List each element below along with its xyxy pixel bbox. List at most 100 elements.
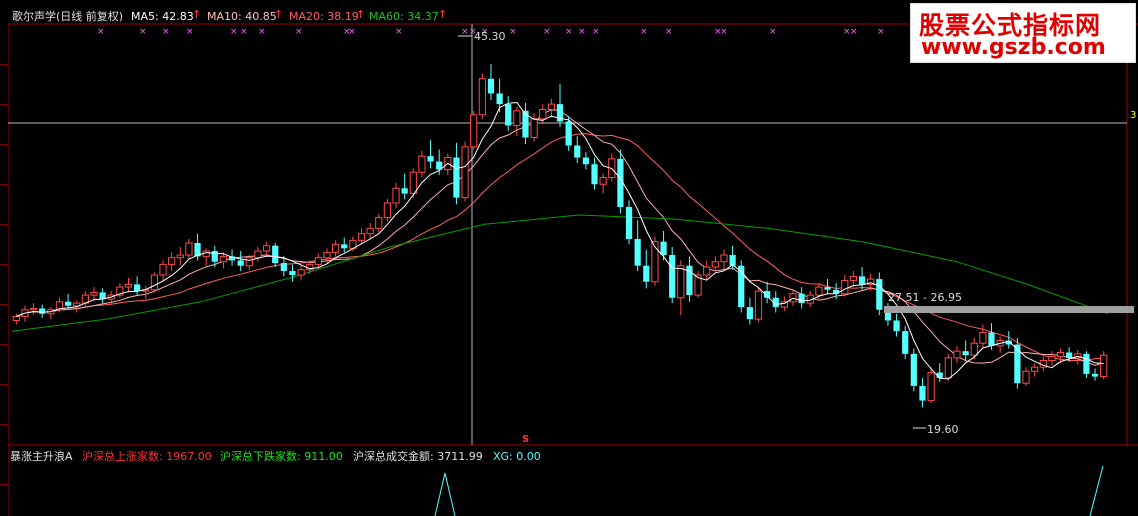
- indicator-volume: 沪深总成交金额: 3711.99: [353, 450, 483, 463]
- candle-body: [314, 257, 322, 265]
- signal-x-icon: ×: [295, 27, 303, 37]
- candle-body: [720, 254, 728, 263]
- candle-body: [1056, 352, 1065, 358]
- ma60-arrow-icon: ↑: [438, 8, 448, 21]
- candle-body: [746, 307, 753, 320]
- sidebar-tab[interactable]: [0, 450, 8, 485]
- signal-x-icon: ×: [97, 27, 105, 37]
- candle-body: [1031, 366, 1039, 372]
- signal-x-icon: ×: [395, 27, 403, 37]
- ma60-label: MA60: 34.37: [369, 10, 439, 23]
- candle-body: [988, 332, 995, 346]
- candle-body: [1048, 356, 1056, 362]
- candle-body: [789, 293, 797, 303]
- signal-x-icon: ×: [258, 27, 266, 37]
- candle-body: [547, 103, 555, 110]
- candle-body: [470, 114, 478, 148]
- candle-body: [824, 287, 831, 290]
- kline-chart[interactable]: × × × × × × × × ×× × × × × × × × × × × × ×× × × × ×: [0, 0, 1138, 516]
- signal-x-icon: ×: [348, 27, 356, 37]
- sidebar-tab[interactable]: [0, 270, 8, 305]
- candle-body: [979, 331, 987, 344]
- candle-body: [12, 315, 20, 321]
- signal-x-icon: ×: [578, 27, 586, 37]
- signal-x-icon: ×: [720, 27, 728, 37]
- candle-body: [970, 342, 978, 356]
- candle-body: [944, 357, 952, 379]
- candle-body: [272, 245, 279, 264]
- signal-marker-icon: S: [522, 434, 530, 445]
- candle-body: [332, 243, 340, 253]
- candle-body: [323, 251, 331, 259]
- signal-x-icon: ×: [186, 27, 194, 37]
- ma5-line: [16, 101, 1104, 380]
- candle-body: [262, 245, 271, 252]
- candle-body: [39, 308, 46, 314]
- range-label: 27.51 - 26.95: [888, 291, 962, 304]
- sidebar-tab[interactable]: [0, 230, 8, 265]
- ma20-line: [16, 133, 1104, 361]
- candle-body: [1091, 373, 1099, 377]
- candle-body: [582, 157, 589, 165]
- indicator-spike: [434, 472, 456, 516]
- candle-body: [513, 110, 521, 126]
- signal-x-icon: ×: [162, 27, 170, 37]
- signal-x-icon: ×: [665, 27, 673, 37]
- candle-body: [505, 104, 512, 126]
- signal-x-icon: ×: [769, 27, 777, 37]
- high-price-label: 45.30: [474, 30, 506, 43]
- ma20-arrow-icon: ↑: [356, 8, 366, 21]
- candle-body: [176, 254, 184, 259]
- candle-body: [643, 265, 650, 282]
- candle-body: [185, 242, 193, 256]
- signal-x-icon: ×: [592, 27, 600, 37]
- candle-body: [634, 239, 641, 266]
- candle-body: [366, 227, 374, 235]
- candle-body: [625, 206, 633, 240]
- candle-body: [927, 372, 935, 402]
- sidebar-tab[interactable]: [0, 390, 8, 425]
- sidebar-tab[interactable]: [0, 110, 8, 145]
- signal-x-icon: ×: [139, 27, 147, 37]
- candle-body: [487, 78, 495, 94]
- left-sidebar[interactable]: [0, 0, 8, 516]
- candle-body: [539, 108, 547, 120]
- indicator-spike: [1089, 465, 1104, 516]
- candle-body: [357, 233, 366, 241]
- indicator-xg: XG: 0.00: [493, 450, 541, 463]
- signal-x-icon: ×: [877, 27, 885, 37]
- signal-x-icon: ×: [230, 27, 238, 37]
- indicator-name: 暴涨主升浪A: [10, 450, 73, 463]
- candle-body: [375, 217, 383, 229]
- candle-body: [1022, 370, 1030, 384]
- sidebar-tab[interactable]: [0, 70, 8, 105]
- sidebar-tab[interactable]: [0, 150, 8, 185]
- indicator-up-count: 沪深总上涨家数: 1967.00: [82, 450, 212, 463]
- candle-body: [660, 241, 667, 256]
- candle-body: [858, 276, 866, 285]
- candle-body: [461, 146, 469, 199]
- candle-body: [427, 156, 434, 162]
- candle-body: [902, 331, 909, 354]
- candle-body: [168, 257, 176, 265]
- candle-body: [159, 263, 167, 276]
- ma5-label: MA5: 42.83: [131, 10, 194, 23]
- sidebar-tab[interactable]: [0, 30, 8, 65]
- candle-body: [1066, 352, 1073, 358]
- sidebar-tab[interactable]: [0, 350, 8, 385]
- candle-body: [383, 202, 392, 219]
- candle-body: [245, 257, 253, 267]
- candle-body: [919, 385, 926, 401]
- candle-body: [64, 301, 72, 306]
- candle-body: [754, 290, 763, 320]
- stock-title: 歌尔声学(日线 前复权): [12, 10, 124, 23]
- candle-body: [1083, 353, 1090, 374]
- candle-body: [90, 291, 98, 296]
- candle-body: [219, 255, 228, 263]
- sidebar-tab[interactable]: [0, 310, 8, 345]
- sidebar-tab[interactable]: [0, 190, 8, 225]
- candle-body: [962, 351, 969, 356]
- candle-body: [1100, 354, 1108, 378]
- ma5-arrow-icon: ↑: [192, 8, 202, 21]
- candle-body: [134, 284, 141, 292]
